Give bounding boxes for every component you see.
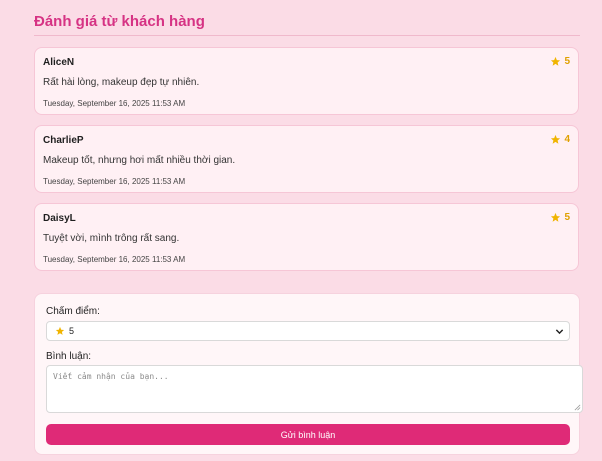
review-rating: 5 (550, 212, 570, 223)
title-divider (34, 35, 580, 36)
star-icon (55, 326, 65, 335)
rating-select-value: 5 (69, 326, 75, 336)
star-icon (551, 212, 561, 222)
comment-input[interactable] (46, 365, 583, 413)
rating-value: 5 (564, 56, 570, 67)
review-rating: 5 (550, 56, 570, 67)
star-icon (551, 56, 561, 66)
star-icon (551, 134, 561, 144)
review-timestamp: Tuesday, September 16, 2025 11:53 AM (43, 99, 186, 108)
submit-comment-button[interactable]: Gửi bình luận (46, 424, 570, 445)
review-form: Chấm điểm: 5 Bình luận: Gửi bình luận (34, 293, 583, 455)
review-comment: Makeup tốt, nhưng hơi mất nhiều thời gia… (43, 155, 236, 166)
review-timestamp: Tuesday, September 16, 2025 11:53 AM (43, 177, 186, 186)
section-title: Đánh giá từ khách hàng (34, 13, 205, 30)
rating-label: Chấm điểm: (46, 306, 100, 317)
rating-value: 4 (564, 134, 570, 145)
comment-label: Bình luận: (46, 351, 92, 362)
review-author: DaisyL (43, 213, 76, 224)
review-card: AliceN 5 Rất hài lòng, makeup đẹp tự nhi… (34, 47, 579, 115)
review-author: AliceN (43, 57, 75, 68)
review-timestamp: Tuesday, September 16, 2025 11:53 AM (43, 255, 186, 264)
review-comment: Rất hài lòng, makeup đẹp tự nhiên. (43, 77, 200, 88)
chevron-down-icon (555, 329, 564, 335)
review-card: DaisyL 5 Tuyệt vời, mình trông rất sang.… (34, 203, 579, 271)
resize-handle-icon[interactable] (574, 404, 581, 411)
rating-value: 5 (564, 212, 570, 223)
review-author: CharlieP (43, 135, 84, 146)
rating-select[interactable]: 5 (46, 321, 570, 341)
review-comment: Tuyệt vời, mình trông rất sang. (43, 233, 180, 244)
review-card: CharlieP 4 Makeup tốt, nhưng hơi mất nhi… (34, 125, 579, 193)
review-rating: 4 (550, 134, 570, 145)
